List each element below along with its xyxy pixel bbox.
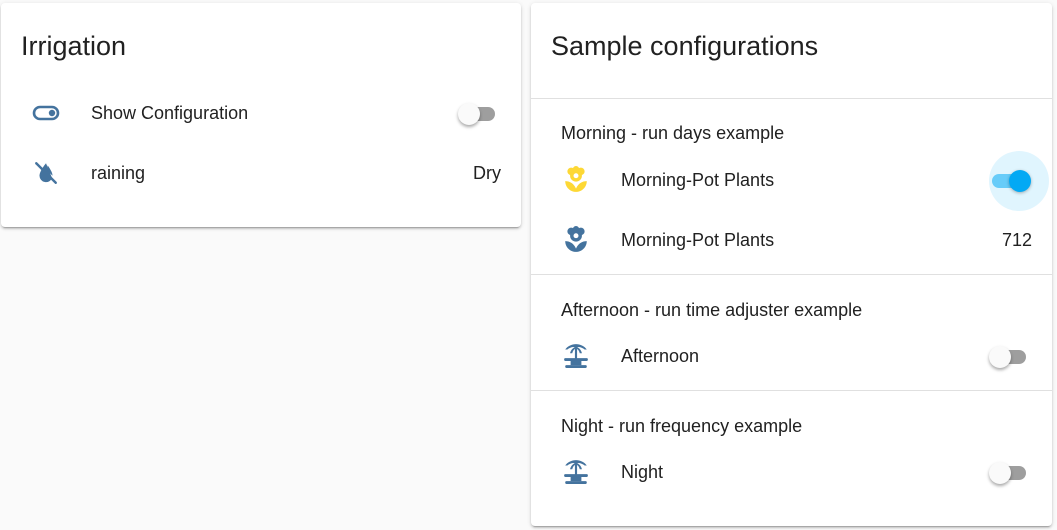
irrigation-card: Irrigation Show Configuration raining Dr… (1, 3, 521, 227)
row-label: Afternoon (621, 346, 700, 366)
divider (531, 98, 1052, 99)
divider (531, 274, 1052, 275)
sample-configurations-card: Sample configurations Morning - run days… (531, 3, 1052, 526)
card-title: Irrigation (21, 31, 127, 61)
row-label: Show Configuration (91, 103, 249, 123)
card-title: Sample configurations (551, 31, 819, 61)
row-morning-pot-plants-sensor[interactable]: Morning-Pot Plants 712 (531, 220, 1052, 260)
toggle-thumb (458, 103, 480, 125)
fountain-icon (561, 460, 591, 484)
flower-icon (561, 166, 591, 192)
night-toggle[interactable] (989, 462, 1026, 484)
morning-pot-plants-toggle[interactable] (989, 151, 1049, 211)
divider (531, 390, 1052, 391)
row-afternoon[interactable]: Afternoon (531, 336, 1052, 376)
row-label: raining (91, 163, 146, 183)
row-night[interactable]: Night (531, 452, 1052, 492)
row-value: Dry (473, 163, 501, 183)
water-off-icon (31, 161, 61, 185)
row-label: Night (621, 462, 664, 482)
show-configuration-toggle[interactable] (458, 103, 495, 125)
row-value: 712 (1001, 230, 1032, 250)
toggle-thumb (989, 346, 1011, 368)
afternoon-toggle[interactable] (989, 346, 1026, 368)
row-label: Morning-Pot Plants (621, 230, 775, 250)
row-raining[interactable]: raining Dry (1, 153, 521, 193)
section-title-morning: Morning - run days example (561, 123, 785, 143)
toggle-thumb (989, 462, 1011, 484)
row-show-configuration[interactable]: Show Configuration (1, 93, 521, 133)
section-title-afternoon: Afternoon - run time adjuster example (561, 300, 863, 320)
row-label: Morning-Pot Plants (621, 170, 775, 190)
flower-icon (561, 226, 591, 252)
fountain-icon (561, 344, 591, 368)
toggle-switch-icon (31, 101, 61, 125)
toggle-thumb (1009, 170, 1031, 192)
section-title-night: Night - run frequency example (561, 416, 803, 436)
row-morning-pot-plants-switch[interactable]: Morning-Pot Plants (531, 151, 1052, 211)
